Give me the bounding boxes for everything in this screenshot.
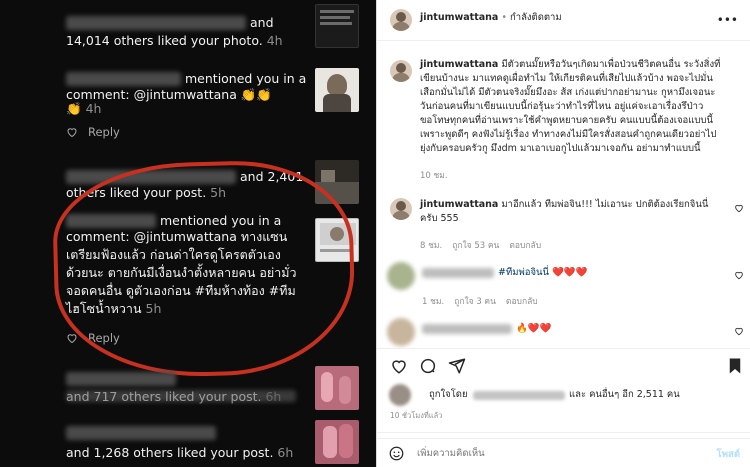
- activity-feed-screenshot: and 14,014 others liked your photo. 4h m…: [0, 0, 376, 467]
- post-thumbnail[interactable]: [315, 420, 359, 464]
- caption-line: วันก่อนคนที่มาเขียนแบบนี้ก่อรุ้นะว่าทำไร…: [420, 101, 704, 112]
- caption-line: เขียนบ้างนะ มาแทคดูเผื่อทำไม ให้เกียรติค…: [420, 73, 713, 84]
- username-link[interactable]: jintumwattana: [420, 12, 498, 23]
- post-header: jintumwattana • กำลังติดตาม: [420, 12, 562, 23]
- like-heart-icon[interactable]: [390, 357, 408, 375]
- following-status[interactable]: กำลังติดตาม: [510, 12, 562, 23]
- divider: [377, 432, 750, 433]
- avatar[interactable]: [387, 318, 415, 346]
- blurred-username: [422, 268, 494, 278]
- post-age: 10 ชั่วโมงที่แล้ว: [390, 411, 443, 420]
- caption-username[interactable]: jintumwattana: [420, 59, 498, 70]
- comment-text: #ทีมพ่อจินนี่ ❤️❤️❤️: [498, 267, 588, 278]
- instagram-post-panel: jintumwattana • กำลังติดตาม ••• jintumwa…: [376, 0, 750, 467]
- divider: [377, 40, 750, 41]
- heart-outline-icon[interactable]: [734, 270, 744, 280]
- comment-bubble-icon[interactable]: [419, 357, 437, 375]
- blurred-username: [422, 324, 512, 334]
- share-send-icon[interactable]: [448, 357, 466, 375]
- bookmark-icon[interactable]: [727, 357, 743, 375]
- emoji-smiley-icon[interactable]: [389, 446, 404, 461]
- comment-text: 🔥❤️❤️: [516, 323, 552, 334]
- caption-line: ขอโทษทุกคนที่อ่านเพราะใช้คำพูดหยาบคายครั…: [420, 115, 713, 126]
- comment-likes[interactable]: ถูกใจ 3 คน: [454, 294, 496, 308]
- comment-bar: โพสต์: [377, 438, 750, 467]
- comment-text: ครับ 555: [420, 213, 459, 224]
- caption-line: ยุ่งกับครอบครัวกู มึงdm มาเอาเบอกูไปแล้ว…: [420, 143, 701, 154]
- notification-text: 👏 4h: [66, 101, 102, 116]
- caption-line: เสือกมั่นไม่ได้ มีตัวตนจริงมั๊ยมึงอะ ส้ส…: [420, 87, 716, 98]
- caption-line: เพราะพูดดีๆ คงฟังไม่รู้เรื่อง ทำทางคงไม่…: [420, 129, 717, 140]
- post-thumbnail[interactable]: [315, 366, 359, 410]
- liked-by-text: ถูกใจโดย: [429, 389, 468, 400]
- caption-time: 10 ชม.: [420, 171, 448, 181]
- blurred-username: [473, 391, 565, 400]
- likes-count[interactable]: และ คนอื่นๆ อีก 2,511 คน: [569, 388, 680, 402]
- caption-line: jintumwattana มีตัวตนมั๊ยหรือวันๆเกิดมาเ…: [420, 59, 721, 70]
- notification-text: 14,014 others liked your photo. 4h: [66, 33, 283, 48]
- avatar[interactable]: [390, 9, 412, 31]
- post-thumbnail[interactable]: [315, 68, 359, 112]
- blurred-username: [66, 72, 181, 86]
- notification-text: and 1,268 others liked your post. 6h: [66, 445, 294, 460]
- heart-outline-icon[interactable]: [66, 126, 78, 138]
- post-comment-button[interactable]: โพสต์: [717, 447, 740, 462]
- comment-meta: 1 ชม. ถูกใจ 3 คน ตอบกลับ: [422, 294, 538, 308]
- avatar[interactable]: [389, 384, 411, 406]
- blurred-username: [66, 426, 216, 440]
- notification-text: and 717 others liked your post. 6h: [66, 389, 282, 404]
- blurred-username: [66, 372, 176, 386]
- comment-reply-button[interactable]: ตอบกลับ: [509, 238, 541, 252]
- notification-text: and: [250, 15, 274, 30]
- reply-button[interactable]: Reply: [88, 125, 120, 139]
- comment-meta: 8 ชม. ถูกใจ 53 คน ตอบกลับ: [420, 238, 541, 252]
- more-options-icon[interactable]: •••: [717, 13, 738, 27]
- divider: [377, 348, 750, 349]
- comment-text: jintumwattana มาอีกแล้ว ทีมพ่อจิน!!! ไม่…: [420, 199, 709, 210]
- avatar[interactable]: [390, 60, 412, 82]
- heart-outline-icon[interactable]: [734, 203, 744, 213]
- blurred-username: [66, 16, 246, 30]
- annotation-circle: [51, 158, 357, 380]
- avatar[interactable]: [390, 198, 412, 220]
- avatar[interactable]: [387, 262, 415, 290]
- heart-outline-icon[interactable]: [734, 326, 744, 336]
- comment-input[interactable]: [417, 445, 677, 462]
- hashtag-link[interactable]: #ทีมพ่อจินนี่: [498, 267, 549, 278]
- comment-likes[interactable]: ถูกใจ 53 คน: [452, 238, 499, 252]
- comment-username[interactable]: jintumwattana: [420, 199, 498, 210]
- post-thumbnail[interactable]: [315, 4, 359, 48]
- reply-row: Reply: [66, 124, 120, 140]
- comment-reply-button[interactable]: ตอบกลับ: [506, 294, 538, 308]
